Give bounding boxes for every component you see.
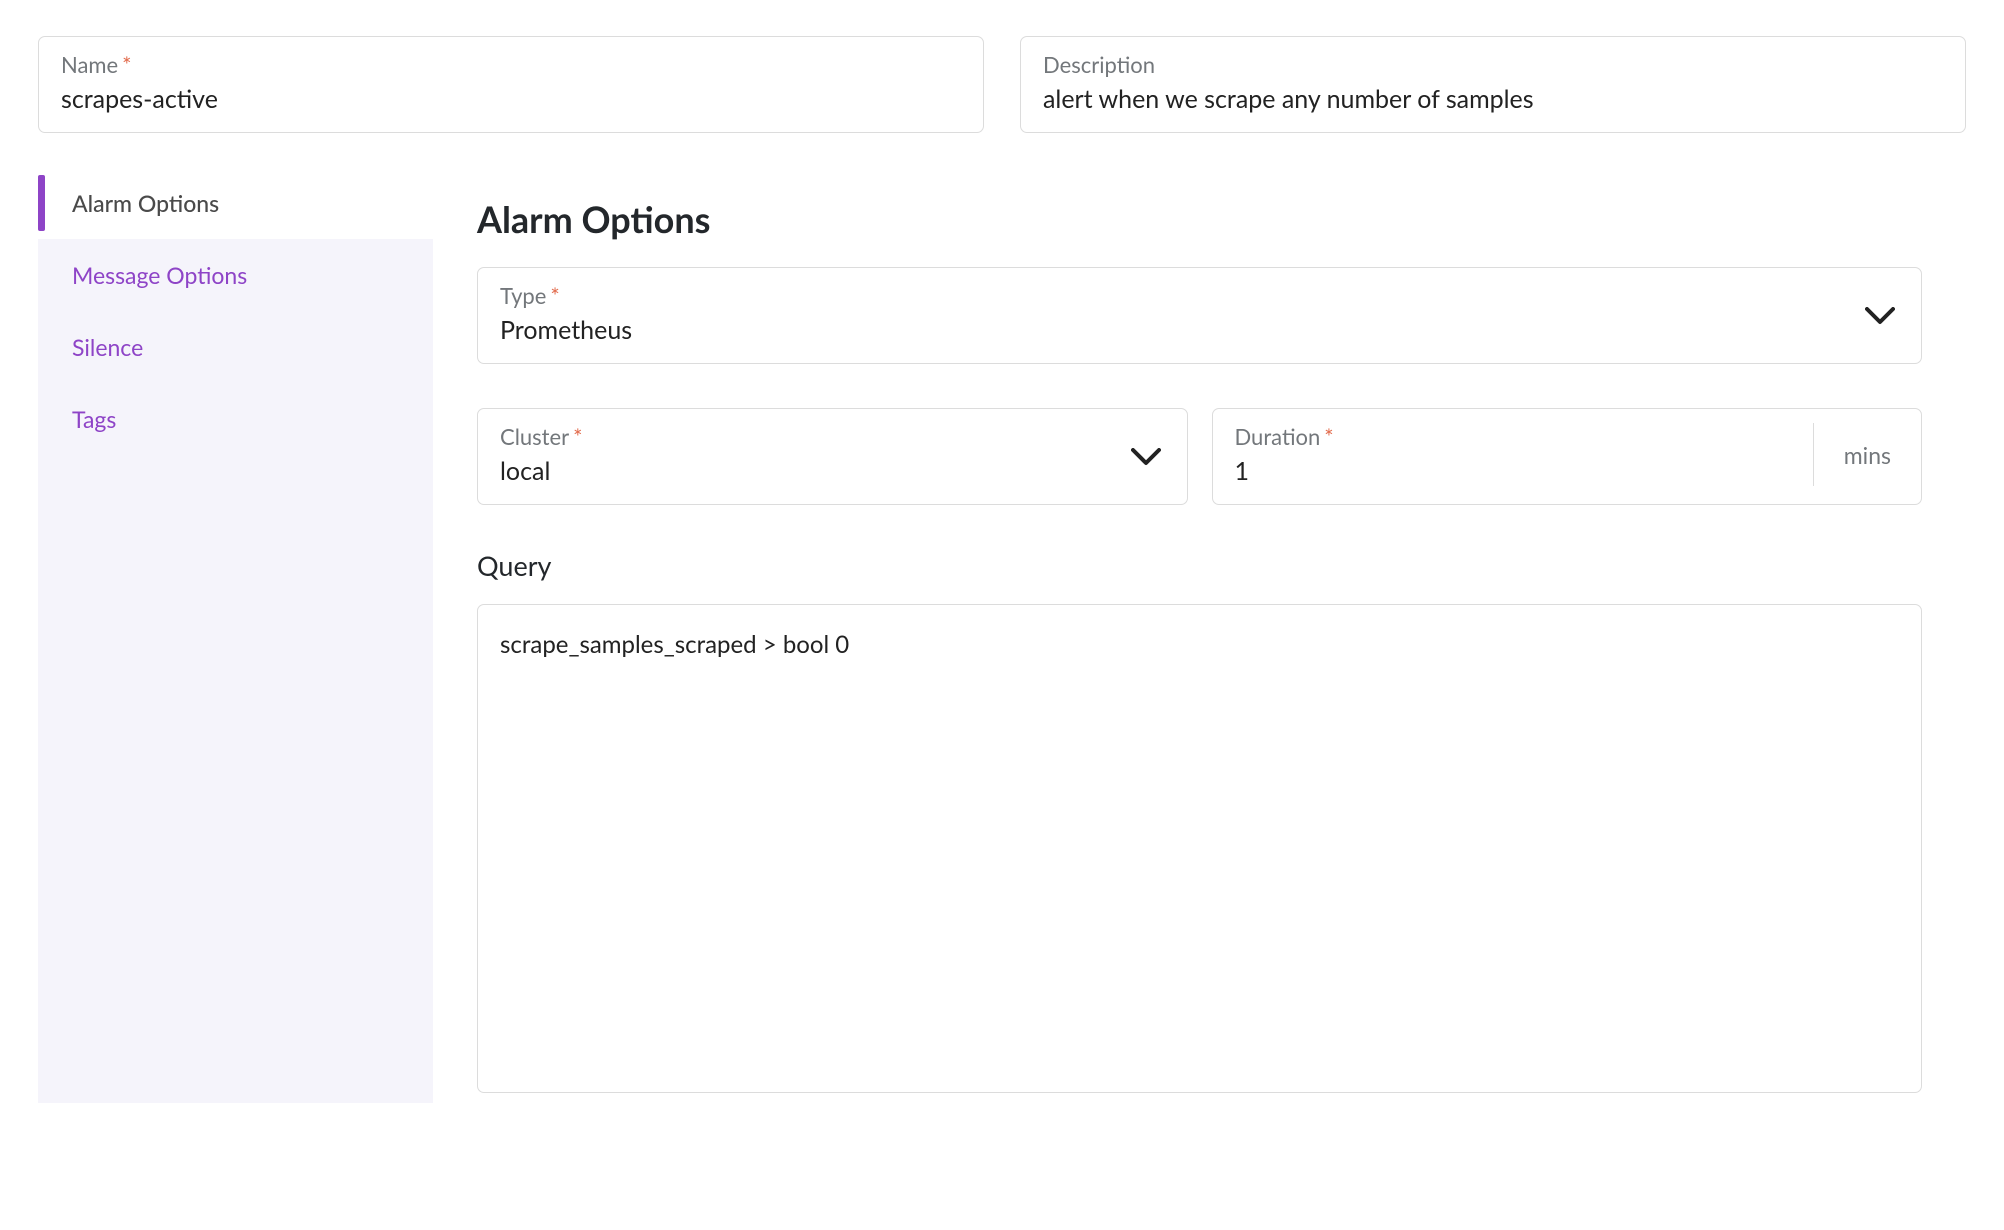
tab-silence[interactable]: Silence [38, 311, 433, 383]
query-box [477, 604, 1922, 1093]
required-icon: * [573, 423, 582, 450]
cluster-value: local [500, 456, 1165, 486]
main-panel: Alarm Options Message Options Silence Ta… [38, 167, 1966, 1103]
cluster-select[interactable]: Cluster* local [477, 408, 1188, 505]
header-row: Name* Description [38, 36, 1966, 133]
type-value: Prometheus [500, 315, 1899, 345]
tab-tags[interactable]: Tags [38, 383, 433, 455]
duration-unit-wrap: mins [1813, 423, 1899, 486]
tab-message-options[interactable]: Message Options [38, 239, 433, 311]
content-area: Alarm Options Type* Prometheus Cluster* … [433, 167, 1966, 1103]
name-label: Name* [61, 51, 961, 78]
required-icon: * [550, 282, 559, 309]
type-select[interactable]: Type* Prometheus [477, 267, 1922, 364]
chevron-down-icon [1865, 307, 1895, 325]
duration-field[interactable]: Duration* mins [1212, 408, 1923, 505]
description-field[interactable]: Description [1020, 36, 1966, 133]
required-icon: * [122, 51, 131, 78]
description-label: Description [1043, 51, 1943, 78]
chevron-down-icon [1131, 448, 1161, 466]
type-label: Type* [500, 282, 1899, 309]
duration-label: Duration* [1235, 423, 1801, 450]
description-input[interactable] [1043, 84, 1943, 114]
duration-input[interactable] [1235, 456, 1801, 486]
name-input[interactable] [61, 84, 961, 114]
required-icon: * [1324, 423, 1333, 450]
sidebar: Alarm Options Message Options Silence Ta… [38, 167, 433, 1103]
tab-alarm-options[interactable]: Alarm Options [38, 167, 433, 239]
duration-unit: mins [1844, 441, 1891, 469]
cluster-duration-row: Cluster* local Duration* mins [477, 408, 1922, 505]
name-field[interactable]: Name* [38, 36, 984, 133]
query-label: Query [477, 549, 1922, 582]
page-title: Alarm Options [477, 197, 1922, 241]
query-textarea[interactable] [478, 605, 1921, 1087]
cluster-label: Cluster* [500, 423, 1165, 450]
